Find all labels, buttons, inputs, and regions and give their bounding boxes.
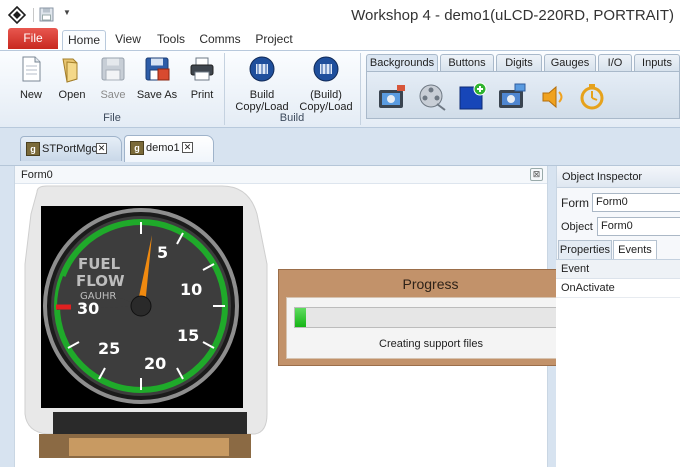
gauge-tick-label: 5 — [157, 243, 168, 262]
save-icon[interactable] — [39, 7, 54, 22]
new-button[interactable]: New — [14, 55, 48, 101]
print-button[interactable]: Print — [186, 55, 218, 101]
file-icon: g — [130, 141, 144, 155]
widget-palette — [366, 71, 680, 119]
pin-icon[interactable]: ⊠ — [530, 168, 543, 181]
tab-inputs[interactable]: Inputs — [634, 54, 680, 72]
widget-tabs: Backgrounds Buttons Digits Gauges I/O In… — [366, 54, 680, 72]
window-title: Workshop 4 - demo1(uLCD-220RD, PORTRAIT) — [351, 7, 674, 24]
file-tab[interactable]: File — [8, 28, 58, 49]
tab-digits[interactable]: Digits — [496, 54, 542, 72]
gauge-tick-label: 10 — [180, 280, 202, 299]
speaker-icon[interactable] — [539, 82, 569, 112]
tab-buttons[interactable]: Buttons — [440, 54, 494, 72]
form-title: Form0 — [21, 169, 53, 181]
tab-tools[interactable]: Tools — [152, 30, 190, 50]
ribbon-tabs: File Home View Tools Comms Project — [0, 28, 680, 50]
tab-backgrounds[interactable]: Backgrounds — [366, 54, 438, 72]
tab-gauges[interactable]: Gauges — [544, 54, 596, 72]
events-grid: Event OnActivate — [556, 259, 680, 467]
gauge-tick-label: 15 — [177, 326, 199, 345]
print-label: Print — [190, 89, 214, 101]
gauge-tick-label: 30 — [77, 299, 99, 318]
build-chip-icon — [313, 56, 339, 82]
save-as-label: Save As — [136, 89, 178, 101]
fuel-flow-gauge: FUEL FLOW GAUHR 5 10 15 20 25 30 — [43, 208, 239, 404]
inspector-title: Object Inspector — [557, 166, 680, 188]
doc-tab-demo1[interactable]: g demo1 ✕ — [124, 135, 214, 162]
build-group-label: Build — [279, 112, 305, 124]
progress-title: Progress — [402, 276, 459, 292]
save-disk-icon — [101, 57, 125, 81]
open-button[interactable]: Open — [54, 55, 90, 101]
document-tabs: g STPortMgc ✕ g demo1 ✕ — [0, 128, 680, 166]
tab-events[interactable]: Events — [613, 240, 657, 259]
open-folder-icon — [62, 58, 78, 83]
save-label: Save — [100, 89, 126, 101]
camera-image-icon[interactable] — [377, 82, 407, 112]
file-icon: g — [26, 142, 40, 156]
printer-icon — [190, 57, 214, 81]
group-separator — [360, 53, 361, 125]
quick-access-separator — [33, 8, 34, 22]
doc-tab-stportmgc[interactable]: g STPortMgc ✕ — [20, 136, 122, 161]
gauge-tick-label: 25 — [98, 339, 120, 358]
timer-icon[interactable] — [577, 82, 607, 112]
save-as-icon — [145, 57, 170, 81]
tab-comms[interactable]: Comms — [197, 30, 243, 50]
add-image-icon[interactable] — [457, 82, 487, 112]
left-gutter — [0, 166, 14, 467]
title-bar: ▼ Workshop 4 - demo1(uLCD-220RD, PORTRAI… — [0, 0, 680, 30]
grid-header: Event — [556, 260, 680, 279]
film-reel-icon[interactable] — [417, 82, 447, 112]
tab-io[interactable]: I/O — [598, 54, 632, 72]
progress-status: Creating support files — [379, 338, 483, 350]
form-selector-label: Form — [561, 196, 589, 210]
camera-image-alt-icon[interactable] — [497, 82, 527, 112]
gauge-tick-label: 20 — [144, 354, 166, 373]
build2-label-line1: (Build) — [310, 89, 342, 101]
progress-body: Creating support files — [286, 297, 576, 359]
save-as-button[interactable]: Save As — [136, 55, 178, 101]
file-group-label: File — [103, 112, 121, 124]
build-chip-icon — [249, 56, 275, 82]
grid-row[interactable]: OnActivate — [556, 279, 680, 298]
progress-bar-fill — [295, 308, 306, 327]
form-selector[interactable]: Form0 — [592, 193, 680, 212]
object-selector[interactable]: Form0 — [597, 217, 680, 236]
open-label: Open — [58, 89, 86, 101]
close-icon[interactable]: ✕ — [182, 142, 193, 153]
doc-tab-label: demo1 — [146, 142, 180, 154]
gauge-label-fuel: FUEL — [78, 255, 121, 273]
new-label: New — [19, 89, 42, 101]
tab-project[interactable]: Project — [251, 30, 297, 50]
close-icon[interactable]: ✕ — [96, 143, 107, 154]
progress-bar — [294, 307, 568, 328]
dropdown-arrow-icon[interactable]: ▼ — [63, 8, 71, 17]
progress-dialog: Progress Creating support files — [278, 269, 583, 366]
doc-tab-label: STPortMgc — [42, 143, 98, 155]
diamond-logo-icon[interactable] — [8, 6, 26, 24]
build-copy-load-button[interactable]: Build Copy/Load — [234, 55, 290, 113]
tab-home[interactable]: Home — [62, 30, 106, 50]
build-paren-copy-load-button[interactable]: (Build) Copy/Load — [297, 55, 355, 113]
build-label-line1: Build — [249, 89, 275, 101]
new-document-icon — [22, 56, 41, 82]
object-selector-label: Object — [561, 221, 593, 233]
form-header: Form0 ⊠ — [15, 166, 547, 184]
ribbon-panel: New Open Save Save As Print File Build C… — [0, 50, 680, 128]
tab-properties[interactable]: Properties — [558, 240, 612, 259]
save-button[interactable]: Save — [96, 55, 130, 101]
gauge-label-flow: FLOW — [76, 272, 125, 290]
tab-view[interactable]: View — [111, 30, 145, 50]
